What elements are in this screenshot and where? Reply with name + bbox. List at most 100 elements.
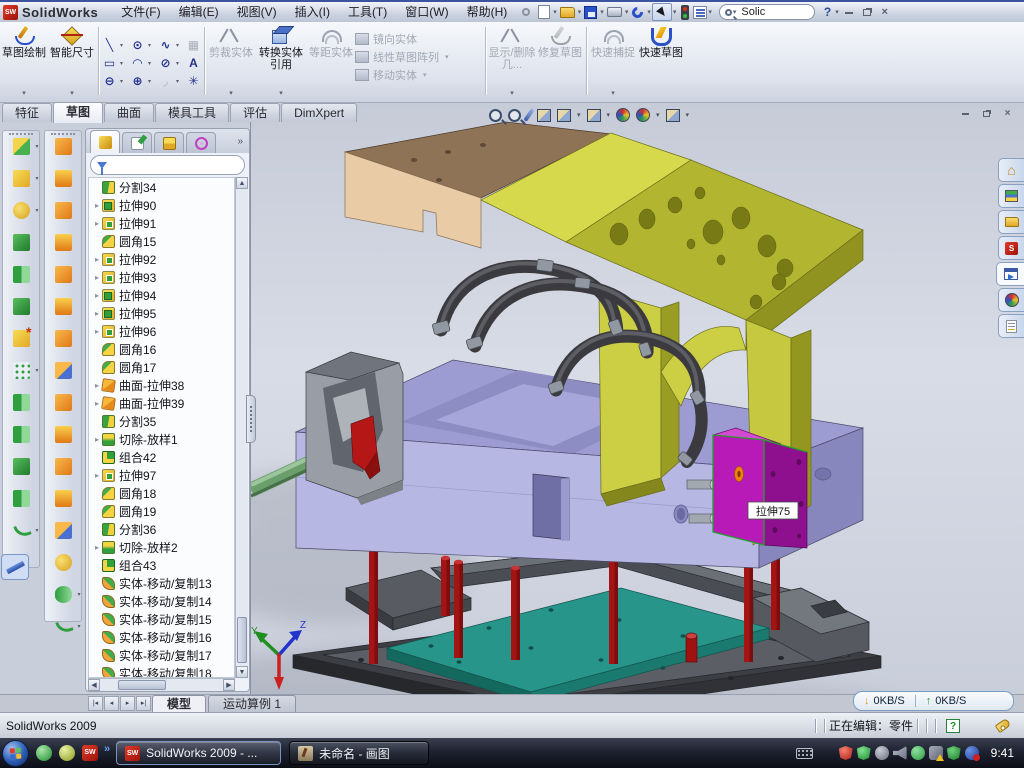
untrim-surface-button[interactable] — [55, 522, 72, 539]
tag-icon[interactable] — [995, 718, 1012, 733]
tray-security-icon[interactable] — [857, 746, 871, 760]
tree-item[interactable]: 拉伸96 — [89, 322, 234, 340]
quicklaunch-app-icon[interactable] — [59, 745, 75, 761]
tab-sketch[interactable]: 草图 — [53, 102, 103, 123]
tree-item[interactable]: 分割35 — [89, 412, 234, 430]
dropdown-arrow-icon[interactable]: ▾ — [148, 78, 155, 85]
save-button[interactable] — [584, 6, 597, 19]
spline-tool[interactable]: ∿ — [157, 38, 174, 53]
dropdown-arrow-icon[interactable]: ▾ — [176, 42, 183, 49]
tray-defender-icon[interactable] — [947, 746, 961, 760]
menu-help[interactable]: 帮助(H) — [458, 3, 517, 21]
tree-item[interactable]: 曲面-拉伸39 — [89, 394, 234, 412]
thicken-button[interactable]: ▾ — [55, 586, 72, 603]
tab-surfaces[interactable]: 曲面 — [104, 103, 154, 122]
tray-network-warning-icon[interactable] — [929, 746, 943, 760]
tree-item[interactable]: 拉伸97 — [89, 466, 234, 484]
tree-item[interactable]: 拉伸91 — [89, 214, 234, 232]
rectangle-tool[interactable]: ▭ — [101, 56, 118, 71]
taskbar-button-solidworks[interactable]: SW SolidWorks 2009 - ... — [116, 741, 281, 765]
freeform-button[interactable]: ▾ — [55, 618, 72, 635]
boundary-boss-button[interactable] — [13, 298, 30, 315]
traffic-light-icon[interactable] — [681, 5, 689, 20]
menu-insert[interactable]: 插入(I) — [286, 3, 339, 21]
lofted-surface-button[interactable] — [55, 202, 72, 219]
dropdown-arrow-icon[interactable]: ▾ — [686, 111, 690, 119]
tree-item[interactable]: 拉伸92 — [89, 250, 234, 268]
doc-restore-button[interactable] — [978, 107, 995, 120]
shell-button[interactable] — [13, 490, 30, 507]
expander-icon[interactable] — [92, 291, 102, 300]
tab-mold-tools[interactable]: 模具工具 — [155, 103, 229, 122]
tree-item[interactable]: 圆角17 — [89, 358, 234, 376]
dropdown-arrow-icon[interactable]: ▾ — [22, 88, 26, 100]
tab-model[interactable]: 模型 — [152, 695, 206, 712]
filled-surface-button[interactable] — [55, 266, 72, 283]
ellipse-tool[interactable]: ⊘ — [157, 56, 174, 71]
swept-surface-button[interactable] — [55, 170, 72, 187]
scroll-down-icon[interactable]: ▼ — [236, 666, 248, 678]
expander-icon[interactable] — [92, 309, 102, 318]
tray-update-icon[interactable] — [875, 746, 889, 760]
extrude-cut-button[interactable]: ▾ — [13, 170, 30, 187]
fillet-sketch-tool[interactable]: ◞ — [157, 74, 174, 89]
offset-entities-button[interactable]: 等距实体 — [307, 22, 355, 102]
scene-icon[interactable] — [636, 108, 650, 122]
curve-button[interactable]: ▾ — [13, 522, 30, 539]
expander-icon[interactable] — [92, 327, 102, 336]
measure-button-pressed[interactable] — [1, 554, 29, 580]
hole-wizard-button[interactable] — [13, 330, 30, 347]
quicklaunch-overflow-chevron[interactable]: » — [104, 743, 110, 755]
tree-item[interactable]: 切除-放样1 — [89, 430, 234, 448]
quick-tips-icon[interactable]: ? — [946, 719, 960, 733]
tab-sw-search[interactable]: S — [998, 236, 1024, 260]
tree-item[interactable]: 拉伸94 — [89, 286, 234, 304]
dropdown-arrow-icon[interactable]: ▾ — [176, 78, 183, 85]
tray-volume-icon[interactable] — [893, 746, 907, 760]
move-entities-button[interactable]: 移动实体▾ — [355, 66, 483, 84]
menu-tools[interactable]: 工具(T) — [339, 3, 396, 21]
pattern-tool[interactable]: ▦ — [185, 38, 202, 53]
pin-menubar-icon[interactable] — [522, 8, 530, 16]
expander-icon[interactable] — [92, 543, 102, 552]
tab-scroll-next-button[interactable]: ▸ — [120, 696, 135, 711]
tree-item[interactable]: 切除-放样2 — [89, 538, 234, 556]
dropdown-arrow-icon[interactable]: ▾ — [120, 78, 127, 85]
tab-view-palette[interactable] — [996, 262, 1024, 286]
tree-item[interactable]: 实体-移动/复制14 — [89, 592, 234, 610]
smart-dimension-button[interactable]: 智能尺寸▾ — [48, 22, 96, 102]
select-tool-button[interactable] — [652, 3, 672, 21]
dropdown-arrow-icon[interactable]: ▾ — [148, 42, 155, 49]
tree-item[interactable]: 拉伸93 — [89, 268, 234, 286]
dropdown-arrow-icon[interactable]: ▾ — [423, 71, 427, 79]
slot-tool[interactable]: ⊖ — [101, 74, 118, 89]
dropdown-arrow-icon[interactable]: ▾ — [148, 60, 155, 67]
fillet-surface-button[interactable] — [55, 554, 72, 571]
fillet-button[interactable]: ▾ — [13, 202, 30, 219]
tree-item[interactable]: 组合42 — [89, 448, 234, 466]
planar-surface-button[interactable] — [55, 298, 72, 315]
tab-design-library[interactable] — [998, 184, 1024, 208]
magnifier-wand-icon[interactable] — [523, 108, 534, 122]
open-button[interactable] — [560, 7, 575, 18]
dropdown-arrow-icon[interactable]: ▾ — [577, 111, 581, 119]
dropdown-arrow-icon[interactable]: ▾ — [607, 111, 611, 119]
annotation-view-icon[interactable] — [666, 109, 680, 122]
rapid-sketch-button[interactable]: 快速草图 — [637, 22, 685, 102]
extrude-boss-button[interactable]: ▾ — [13, 138, 30, 155]
tab-sw-resources[interactable]: ⌂ — [998, 158, 1024, 182]
dropdown-arrow-icon[interactable]: ▾ — [176, 60, 183, 67]
rib-button[interactable] — [13, 426, 30, 443]
tree-horizontal-scrollbar[interactable]: ◀ ▶ — [88, 678, 235, 691]
extend-surface-button[interactable] — [55, 426, 72, 443]
mirror-entities-button[interactable]: 镜向实体 — [355, 30, 483, 48]
point-tool[interactable]: ✳ — [185, 74, 202, 89]
tree-item[interactable]: 圆角15 — [89, 232, 234, 250]
print-button[interactable] — [607, 7, 622, 17]
search-input[interactable] — [741, 6, 799, 18]
dropdown-arrow-icon[interactable]: ▾ — [647, 8, 651, 16]
repair-sketch-button[interactable]: 修复草图 — [536, 22, 584, 102]
tab-dimxpert[interactable]: DimXpert — [281, 103, 357, 122]
appearance-icon[interactable] — [616, 108, 630, 122]
dropdown-arrow-icon[interactable]: ▾ — [553, 8, 557, 16]
